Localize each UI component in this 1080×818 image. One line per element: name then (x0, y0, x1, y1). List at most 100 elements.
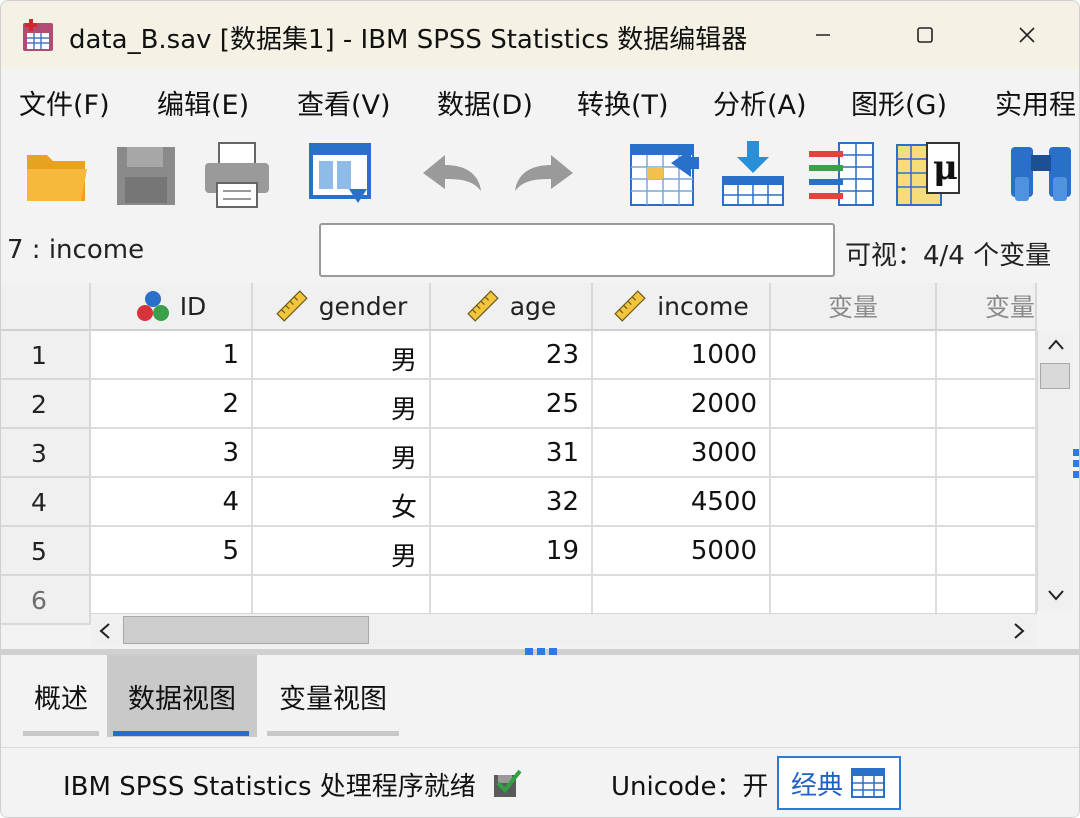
save-disk-icon[interactable] (111, 137, 183, 211)
table-cell[interactable]: 23 (431, 331, 593, 380)
table-cell[interactable]: 3000 (593, 429, 771, 478)
maximize-button[interactable] (895, 13, 955, 57)
printer-icon[interactable] (201, 137, 273, 211)
table-cell[interactable]: 男 (253, 527, 431, 576)
table-cell[interactable] (771, 331, 937, 380)
unicode-status: Unicode：开 (611, 772, 769, 802)
column-header-income[interactable]: income (593, 283, 771, 331)
table-cell[interactable] (771, 429, 937, 478)
vertical-scrollbar[interactable] (1037, 331, 1073, 611)
menu-utilities[interactable]: 实用程 (995, 83, 1076, 122)
table-cell[interactable]: 31 (431, 429, 593, 478)
table-cell[interactable]: 4500 (593, 478, 771, 527)
table-cell[interactable] (937, 380, 1037, 429)
table-cell[interactable]: 1000 (593, 331, 771, 380)
horizontal-scroll-thumb[interactable] (123, 616, 369, 644)
menu-graphs[interactable]: 图形(G) (851, 83, 947, 122)
toolbar: μ (1, 131, 1079, 223)
row-header[interactable]: 1 (1, 331, 91, 380)
menu-view[interactable]: 查看(V) (297, 83, 391, 122)
table-cell[interactable]: 2 (91, 380, 253, 429)
tab-label: 概述 (34, 683, 88, 715)
menu-edit[interactable]: 编辑(E) (157, 83, 249, 122)
menu-bar: 文件(F) 编辑(E) 查看(V) 数据(D) 转换(T) 分析(A) 图形(G… (1, 69, 1079, 131)
row-header[interactable]: 2 (1, 380, 91, 429)
table-cell[interactable]: 男 (253, 380, 431, 429)
variables-icon[interactable] (805, 137, 877, 211)
tab-active-underline (113, 731, 249, 736)
splitter-handle-icon[interactable] (1071, 447, 1080, 481)
classic-mode-label: 经典 (791, 770, 844, 801)
svg-text:μ: μ (933, 148, 958, 188)
menu-transform[interactable]: 转换(T) (577, 83, 669, 122)
row-header[interactable]: 5 (1, 527, 91, 576)
column-header-id[interactable]: ID (91, 283, 253, 331)
spss-app-icon (23, 19, 53, 51)
view-tabs: 概述 数据视图 变量视图 (1, 655, 1079, 747)
classic-mode-button[interactable]: 经典 (777, 756, 901, 810)
value-labels-icon[interactable]: μ (893, 137, 965, 211)
tab-overview[interactable]: 概述 (21, 655, 101, 737)
column-header-age[interactable]: age (431, 283, 593, 331)
table-cell[interactable]: 5 (91, 527, 253, 576)
drag-handle-icon[interactable] (525, 648, 557, 655)
tab-data-view[interactable]: 数据视图 (107, 655, 257, 737)
goto-variable-icon[interactable] (717, 137, 789, 211)
table-cell[interactable]: 男 (253, 331, 431, 380)
chevron-right-icon[interactable] (1011, 622, 1027, 640)
row-header[interactable]: 3 (1, 429, 91, 478)
cell-value-input[interactable] (319, 223, 835, 277)
open-folder-icon[interactable] (21, 137, 93, 211)
table-cell[interactable]: 25 (431, 380, 593, 429)
goto-case-icon[interactable] (627, 137, 699, 211)
tab-underline (23, 731, 99, 736)
table-cell[interactable]: 1 (91, 331, 253, 380)
table-cell[interactable]: 32 (431, 478, 593, 527)
row-header[interactable]: 6 (1, 576, 91, 625)
chevron-left-icon[interactable] (97, 622, 113, 640)
classic-layout-icon (851, 768, 886, 798)
ready-check-icon (494, 769, 522, 797)
scale-ruler-icon (275, 290, 308, 322)
table-cell[interactable]: 男 (253, 429, 431, 478)
table-cell[interactable]: 2000 (593, 380, 771, 429)
table-cell[interactable]: 女 (253, 478, 431, 527)
tab-underline (267, 731, 399, 736)
grid-corner[interactable] (1, 283, 91, 331)
redo-icon[interactable] (509, 137, 581, 211)
chevron-up-icon[interactable] (1046, 337, 1066, 353)
undo-icon[interactable] (415, 137, 487, 211)
vertical-scroll-thumb[interactable] (1040, 363, 1070, 389)
table-cell[interactable]: 3 (91, 429, 253, 478)
column-header-empty-variable[interactable]: 变量 (771, 283, 937, 331)
table-cell[interactable] (771, 380, 937, 429)
close-button[interactable] (997, 13, 1057, 57)
minimize-button[interactable] (793, 13, 853, 57)
table-cell[interactable] (937, 429, 1037, 478)
chevron-down-icon[interactable] (1046, 587, 1066, 603)
column-header-label: ID (179, 291, 207, 321)
maximize-icon (917, 27, 933, 43)
tab-variable-view[interactable]: 变量视图 (263, 655, 403, 737)
table-cell[interactable] (937, 478, 1037, 527)
menu-analyze[interactable]: 分析(A) (713, 83, 807, 122)
table-cell[interactable] (771, 478, 937, 527)
horizontal-scrollbar[interactable] (91, 613, 1037, 647)
table-cell[interactable]: 19 (431, 527, 593, 576)
menu-data[interactable]: 数据(D) (437, 83, 533, 122)
column-header-gender[interactable]: gender (253, 283, 431, 331)
column-header-empty-variable[interactable]: 变量 (937, 283, 1037, 331)
row-header[interactable]: 4 (1, 478, 91, 527)
column-header-label: gender (318, 291, 408, 321)
table-cell[interactable]: 5000 (593, 527, 771, 576)
menu-file[interactable]: 文件(F) (19, 83, 110, 122)
spss-data-editor-window: data_B.sav [数据集1] - IBM SPSS Statistics … (0, 0, 1080, 818)
table-cell[interactable] (937, 331, 1037, 380)
title-bar[interactable]: data_B.sav [数据集1] - IBM SPSS Statistics … (1, 1, 1079, 69)
find-binoculars-icon[interactable] (1005, 137, 1077, 211)
table-cell[interactable]: 4 (91, 478, 253, 527)
data-grid: ID gender age income 变量 变量 1 1 男 23 1000… (1, 283, 1037, 625)
table-cell[interactable] (937, 527, 1037, 576)
recall-dialog-icon[interactable] (305, 137, 377, 211)
table-cell[interactable] (771, 527, 937, 576)
